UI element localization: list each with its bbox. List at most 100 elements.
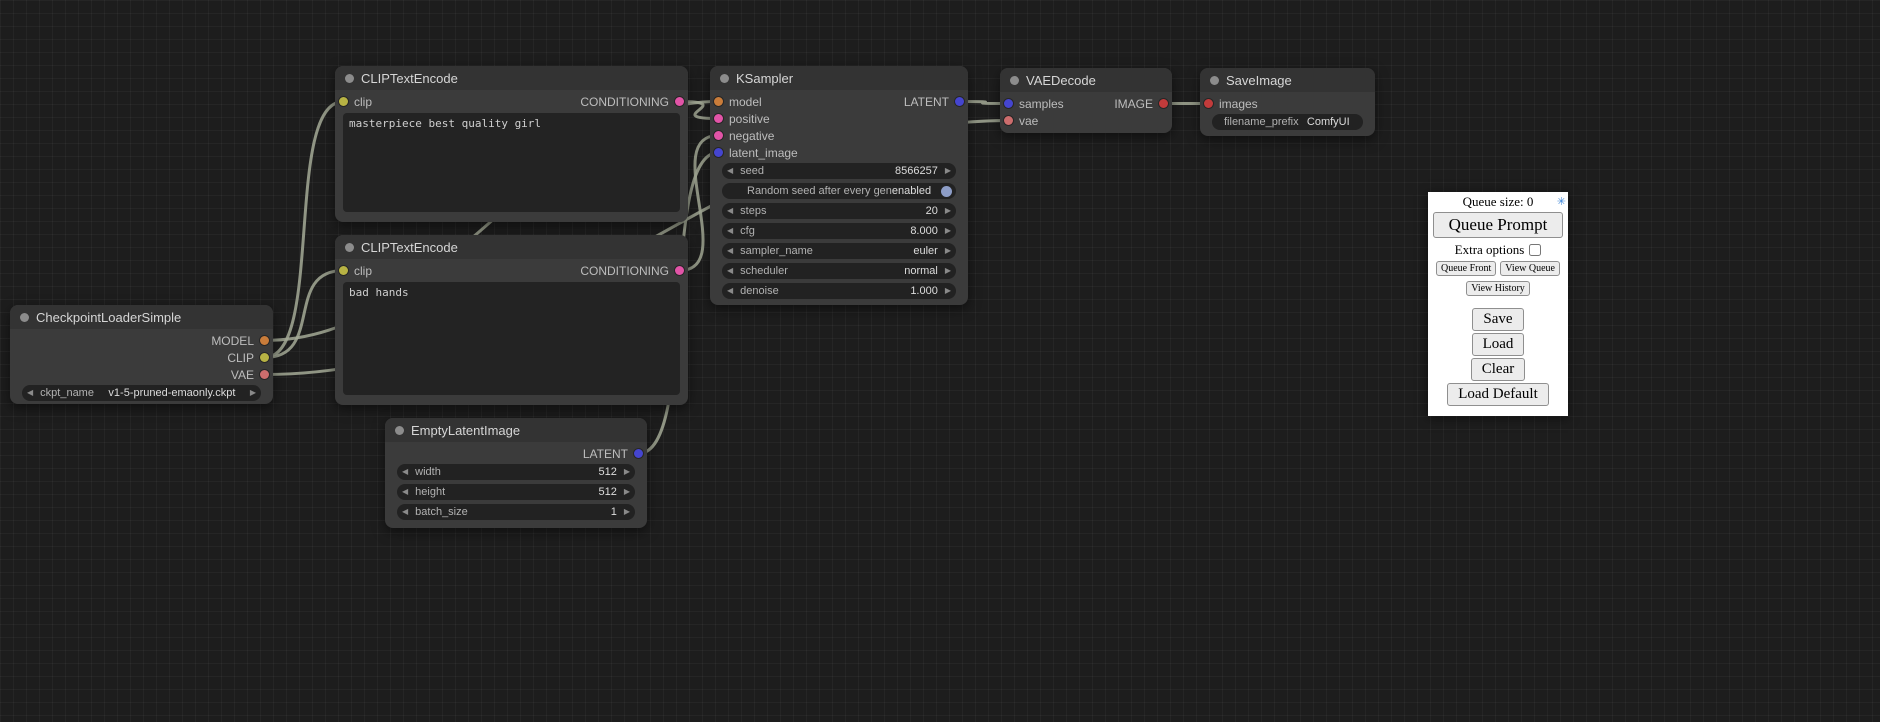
clip-port-dot-icon[interactable]: [339, 97, 348, 106]
load-default-button[interactable]: Load Default: [1447, 383, 1549, 406]
node-title-bar[interactable]: EmptyLatentImage: [385, 418, 647, 442]
vae-input-port[interactable]: vae: [1004, 114, 1038, 128]
latent-port-dot-icon[interactable]: [714, 148, 723, 157]
negative-prompt-textarea[interactable]: bad hands: [343, 282, 680, 395]
filename-prefix-widget[interactable]: filename_prefix ComfyUI: [1212, 114, 1363, 130]
toggle-knob-icon[interactable]: [941, 186, 952, 197]
node-clip-text-encode-positive[interactable]: CLIPTextEncode clip CONDITIONING masterp…: [335, 66, 688, 222]
view-history-button[interactable]: View History: [1466, 281, 1530, 296]
node-clip-text-encode-negative[interactable]: CLIPTextEncode clip CONDITIONING bad han…: [335, 235, 688, 405]
latent-output-port[interactable]: LATENT: [904, 95, 964, 109]
sampler-name-widget[interactable]: ◀ sampler_name euler ▶: [722, 243, 956, 259]
collapse-dot-icon[interactable]: [1210, 76, 1219, 85]
decrement-arrow-icon[interactable]: ◀: [727, 227, 733, 235]
decrement-arrow-icon[interactable]: ◀: [727, 167, 733, 175]
settings-icon[interactable]: ✳: [1557, 194, 1566, 210]
graph-canvas[interactable]: { "type_colors": { "MODEL": "#c97c3a", "…: [0, 0, 1880, 722]
increment-arrow-icon[interactable]: ▶: [624, 508, 630, 516]
increment-arrow-icon[interactable]: ▶: [624, 488, 630, 496]
latent-output-port[interactable]: LATENT: [583, 447, 643, 461]
vae-port-dot-icon[interactable]: [260, 370, 269, 379]
model-input-port[interactable]: model: [714, 95, 762, 109]
clip-input-port[interactable]: clip: [339, 264, 372, 278]
save-button[interactable]: Save: [1472, 308, 1523, 331]
decrement-arrow-icon[interactable]: ◀: [402, 468, 408, 476]
node-ksampler[interactable]: KSampler model LATENT positive negative: [710, 66, 968, 305]
conditioning-output-port[interactable]: CONDITIONING: [580, 95, 684, 109]
model-port-dot-icon[interactable]: [714, 97, 723, 106]
ckpt-name-widget[interactable]: ◀ ckpt_name v1-5-pruned-emaonly.ckpt ▶: [22, 385, 261, 401]
clip-port-dot-icon[interactable]: [339, 266, 348, 275]
prev-arrow-icon[interactable]: ◀: [27, 389, 33, 397]
conditioning-port-dot-icon[interactable]: [675, 266, 684, 275]
latent-port-dot-icon[interactable]: [1004, 99, 1013, 108]
increment-arrow-icon[interactable]: ▶: [945, 207, 951, 215]
node-empty-latent-image[interactable]: EmptyLatentImage LATENT ◀ width 512 ▶ ◀ …: [385, 418, 647, 528]
decrement-arrow-icon[interactable]: ◀: [727, 287, 733, 295]
node-title-bar[interactable]: VAEDecode: [1000, 68, 1172, 92]
image-port-dot-icon[interactable]: [1159, 99, 1168, 108]
batch-size-widget[interactable]: ◀ batch_size 1 ▶: [397, 504, 635, 520]
node-title-bar[interactable]: CLIPTextEncode: [335, 66, 688, 90]
scheduler-widget[interactable]: ◀ scheduler normal ▶: [722, 263, 956, 279]
height-widget[interactable]: ◀ height 512 ▶: [397, 484, 635, 500]
node-save-image[interactable]: SaveImage images filename_prefix ComfyUI: [1200, 68, 1375, 136]
conditioning-port-dot-icon[interactable]: [714, 114, 723, 123]
vae-port-dot-icon[interactable]: [1004, 116, 1013, 125]
samples-input-port[interactable]: samples: [1004, 97, 1064, 111]
increment-arrow-icon[interactable]: ▶: [945, 287, 951, 295]
negative-input-port[interactable]: negative: [714, 129, 774, 143]
vae-output-port[interactable]: VAE: [231, 368, 269, 382]
random-seed-toggle[interactable]: Random seed after every gen enabled: [722, 183, 956, 199]
clear-button[interactable]: Clear: [1471, 358, 1525, 381]
width-widget[interactable]: ◀ width 512 ▶: [397, 464, 635, 480]
collapse-dot-icon[interactable]: [1010, 76, 1019, 85]
load-button[interactable]: Load: [1472, 333, 1525, 356]
image-output-port[interactable]: IMAGE: [1114, 97, 1168, 111]
positive-prompt-textarea[interactable]: masterpiece best quality girl: [343, 113, 680, 212]
cfg-widget[interactable]: ◀ cfg 8.000 ▶: [722, 223, 956, 239]
next-arrow-icon[interactable]: ▶: [250, 389, 256, 397]
extra-options-checkbox[interactable]: [1529, 244, 1541, 256]
decrement-arrow-icon[interactable]: ◀: [402, 488, 408, 496]
clip-input-port[interactable]: clip: [339, 95, 372, 109]
view-queue-button[interactable]: View Queue: [1500, 261, 1560, 276]
collapse-dot-icon[interactable]: [345, 243, 354, 252]
increment-arrow-icon[interactable]: ▶: [945, 227, 951, 235]
conditioning-port-dot-icon[interactable]: [675, 97, 684, 106]
node-checkpoint-loader[interactable]: CheckpointLoaderSimple MODEL CLIP VAE ◀ …: [10, 305, 273, 404]
collapse-dot-icon[interactable]: [20, 313, 29, 322]
clip-port-dot-icon[interactable]: [260, 353, 269, 362]
prev-arrow-icon[interactable]: ◀: [727, 267, 733, 275]
conditioning-output-port[interactable]: CONDITIONING: [580, 264, 684, 278]
latent-image-input-port[interactable]: latent_image: [714, 146, 798, 160]
node-title-bar[interactable]: KSampler: [710, 66, 968, 90]
queue-front-button[interactable]: Queue Front: [1436, 261, 1496, 276]
model-port-dot-icon[interactable]: [260, 336, 269, 345]
collapse-dot-icon[interactable]: [395, 426, 404, 435]
conditioning-port-dot-icon[interactable]: [714, 131, 723, 140]
image-port-dot-icon[interactable]: [1204, 99, 1213, 108]
clip-output-port[interactable]: CLIP: [227, 351, 269, 365]
model-output-port[interactable]: MODEL: [211, 334, 269, 348]
node-title-bar[interactable]: CLIPTextEncode: [335, 235, 688, 259]
node-title-bar[interactable]: SaveImage: [1200, 68, 1375, 92]
node-vae-decode[interactable]: VAEDecode samples IMAGE vae: [1000, 68, 1172, 133]
positive-input-port[interactable]: positive: [714, 112, 770, 126]
latent-port-dot-icon[interactable]: [955, 97, 964, 106]
collapse-dot-icon[interactable]: [720, 74, 729, 83]
prev-arrow-icon[interactable]: ◀: [727, 247, 733, 255]
increment-arrow-icon[interactable]: ▶: [624, 468, 630, 476]
denoise-widget[interactable]: ◀ denoise 1.000 ▶: [722, 283, 956, 299]
latent-port-dot-icon[interactable]: [634, 449, 643, 458]
next-arrow-icon[interactable]: ▶: [945, 267, 951, 275]
collapse-dot-icon[interactable]: [345, 74, 354, 83]
next-arrow-icon[interactable]: ▶: [945, 247, 951, 255]
increment-arrow-icon[interactable]: ▶: [945, 167, 951, 175]
node-title-bar[interactable]: CheckpointLoaderSimple: [10, 305, 273, 329]
decrement-arrow-icon[interactable]: ◀: [402, 508, 408, 516]
decrement-arrow-icon[interactable]: ◀: [727, 207, 733, 215]
queue-prompt-button[interactable]: Queue Prompt: [1433, 212, 1563, 238]
images-input-port[interactable]: images: [1204, 97, 1258, 111]
seed-widget[interactable]: ◀ seed 8566257 ▶: [722, 163, 956, 179]
